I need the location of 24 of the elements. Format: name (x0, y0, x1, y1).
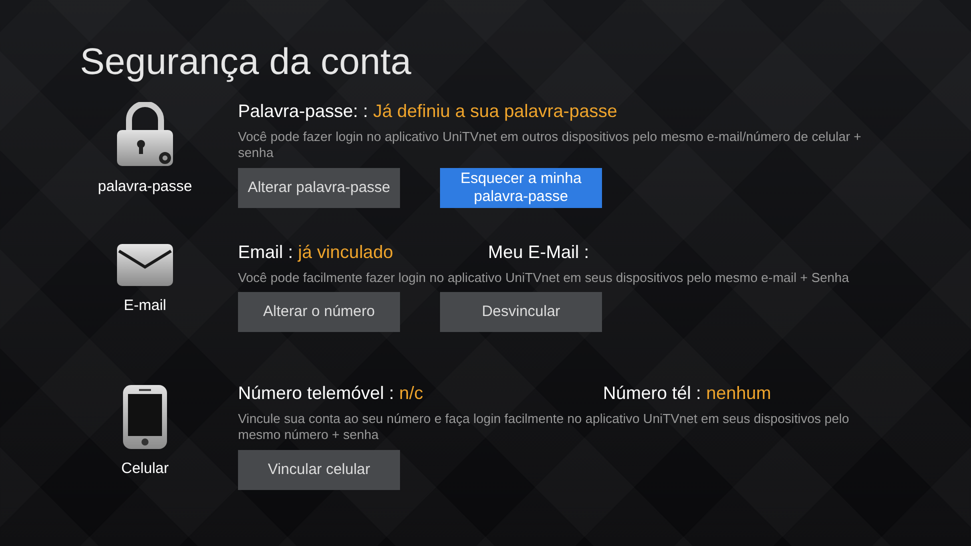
icon-caption: Celular (121, 459, 169, 480)
field-label: Meu E-Mail : (488, 242, 590, 262)
action-button[interactable]: Desvincular (440, 292, 602, 332)
field-value: nenhum (706, 383, 772, 404)
field-label: Número tél : (603, 383, 702, 404)
envelope-icon (116, 243, 174, 288)
action-button[interactable]: Esquecer a minha palavra-passe (440, 168, 602, 208)
action-button[interactable]: Vincular celular (238, 450, 400, 490)
field-label: Email : (238, 242, 294, 262)
action-button[interactable]: Alterar o número (238, 292, 400, 332)
page-title: Segurança da conta (80, 40, 412, 84)
field-label: Número telemóvel : (238, 383, 394, 404)
field-value: Já definiu a sua palavra-passe (373, 101, 618, 122)
phone-icon (122, 384, 168, 450)
description-text: Você pode facilmente fazer login no aplicativo UniTVnet em seus dispositivos pelo mesmo e-mail + Senha (238, 270, 850, 286)
icon-caption: E-mail (124, 296, 166, 316)
field-label: Palavra-passe: : (238, 101, 368, 122)
icon-caption: palavra-passe (98, 177, 192, 198)
description-text: Você pode fazer login no aplicativo UniTVnet em outros dispositivos pelo mesmo e-mail/número de celular + senha (238, 129, 862, 162)
lock-icon (115, 102, 175, 168)
action-button[interactable]: Alterar palavra-passe (238, 168, 400, 208)
field-value: n/c (399, 383, 424, 404)
field-value: já vinculado (298, 242, 394, 262)
description-text: Vincule sua conta ao seu número e faça login facilmente no aplicativo UniTVnet em seus dispositivos pelo mesmo número + senha (238, 411, 850, 444)
